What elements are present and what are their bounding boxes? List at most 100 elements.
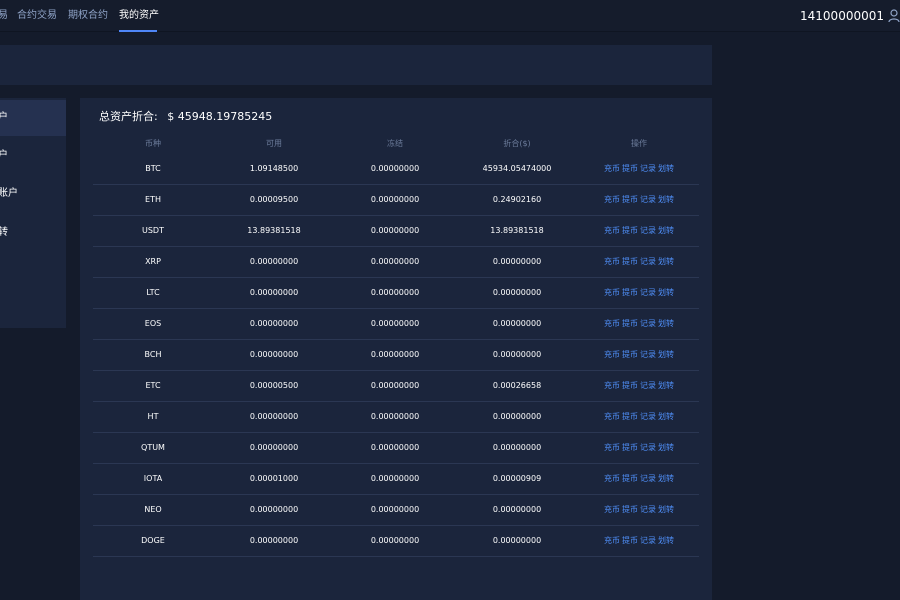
sidebar-item-1[interactable]: 户 <box>0 138 66 174</box>
records-link[interactable]: 记录 <box>640 443 656 452</box>
account-id[interactable]: 14100000001 <box>800 0 884 32</box>
records-link[interactable]: 记录 <box>640 536 656 545</box>
nav-item-contract-trading[interactable]: 合约交易 <box>17 0 57 32</box>
frozen-cell: 0.00000000 <box>335 463 455 495</box>
withdraw-link[interactable]: 提币 <box>622 536 638 545</box>
sidebar-item-3[interactable]: 转 <box>0 215 66 251</box>
withdraw-link[interactable]: 提币 <box>622 412 638 421</box>
total-assets: 总资产折合: $ 45948.19785245 <box>99 108 272 124</box>
deposit-link[interactable]: 充币 <box>604 536 620 545</box>
nav-item-my-assets[interactable]: 我的资产 <box>119 0 159 32</box>
withdraw-link[interactable]: 提币 <box>622 443 638 452</box>
transfer-link[interactable]: 划转 <box>658 350 674 359</box>
table-row: ETH 0.00009500 0.00000000 0.24902160 充币 提币 记录划… <box>93 184 699 216</box>
available-cell: 0.00000000 <box>213 494 335 526</box>
deposit-link[interactable]: 充币 <box>604 164 620 173</box>
assets-table: 币种 可用 冻结 折合($) 操作 BTC 1.09148500 0.0000000… <box>93 133 699 557</box>
value-cell: 0.00000909 <box>455 463 579 495</box>
transfer-link[interactable]: 划转 <box>658 474 674 483</box>
transfer-link[interactable]: 划转 <box>658 195 674 204</box>
records-link[interactable]: 记录 <box>640 288 656 297</box>
transfer-link[interactable]: 划转 <box>658 257 674 266</box>
frozen-cell: 0.00000000 <box>335 432 455 464</box>
transfer-link[interactable]: 划转 <box>658 381 674 390</box>
transfer-link[interactable]: 划转 <box>658 319 674 328</box>
frozen-cell: 0.00000000 <box>335 525 455 557</box>
deposit-link[interactable]: 充币 <box>604 381 620 390</box>
deposit-link[interactable]: 充币 <box>604 257 620 266</box>
transfer-link[interactable]: 划转 <box>658 288 674 297</box>
nav-item-options[interactable]: 期权合约 <box>68 0 108 32</box>
header-ops: 操作 <box>631 138 647 148</box>
coin-cell: BTC <box>93 153 213 185</box>
value-cell: 0.00000000 <box>455 401 579 433</box>
records-link[interactable]: 记录 <box>640 350 656 359</box>
ops-cell: 充币 提币 记录 划转 <box>579 463 699 495</box>
withdraw-link[interactable]: 提币 <box>622 195 638 204</box>
records-link[interactable]: 记录 <box>640 226 656 235</box>
transfer-link[interactable]: 划转 <box>658 536 674 545</box>
table-row: EOS 0.00000000 0.00000000 0.00000000 充币 提币 记录划… <box>93 308 699 340</box>
sidebar-item-0[interactable]: 户 <box>0 100 66 136</box>
table-row: BTC 1.09148500 0.00000000 45934.05474000 充币提… <box>93 153 699 185</box>
transfer-link[interactable]: 划转 <box>658 164 674 173</box>
deposit-link[interactable]: 充币 <box>604 288 620 297</box>
withdraw-link[interactable]: 提币 <box>622 474 638 483</box>
sidebar: 户 户 账户 转 <box>0 98 66 328</box>
records-link[interactable]: 记录 <box>640 381 656 390</box>
frozen-cell: 0.00000000 <box>335 339 455 371</box>
transfer-link[interactable]: 划转 <box>658 226 674 235</box>
coin-cell: QTUM <box>93 432 213 464</box>
ops-cell: 充币 提币 记录 划转 <box>579 246 699 278</box>
coin-cell: ETH <box>93 184 213 216</box>
frozen-cell: 0.00000000 <box>335 308 455 340</box>
deposit-link[interactable]: 充币 <box>604 474 620 483</box>
deposit-link[interactable]: 充币 <box>604 412 620 421</box>
coin-cell: IOTA <box>93 463 213 495</box>
withdraw-link[interactable]: 提币 <box>622 350 638 359</box>
withdraw-link[interactable]: 提币 <box>622 226 638 235</box>
table-row: ETC 0.00000500 0.00000000 0.00026658 充币 提币 记录划… <box>93 370 699 402</box>
deposit-link[interactable]: 充币 <box>604 226 620 235</box>
coin-cell: USDT <box>93 215 213 247</box>
table-row: USDT 13.89381518 0.00000000 13.89381518 充币 提币… <box>93 215 699 247</box>
deposit-link[interactable]: 充币 <box>604 195 620 204</box>
records-link[interactable]: 记录 <box>640 195 656 204</box>
records-link[interactable]: 记录 <box>640 505 656 514</box>
available-cell: 0.00000000 <box>213 246 335 278</box>
withdraw-link[interactable]: 提币 <box>622 164 638 173</box>
transfer-link[interactable]: 划转 <box>658 443 674 452</box>
ops-cell: 充币 提币 记录 划转 <box>579 370 699 402</box>
withdraw-link[interactable]: 提币 <box>622 288 638 297</box>
records-link[interactable]: 记录 <box>640 164 656 173</box>
header-coin: 币种 <box>145 138 161 148</box>
deposit-link[interactable]: 充币 <box>604 443 620 452</box>
records-link[interactable]: 记录 <box>640 257 656 266</box>
available-cell: 13.89381518 <box>213 215 335 247</box>
withdraw-link[interactable]: 提币 <box>622 319 638 328</box>
table-row: LTC 0.00000000 0.00000000 0.00000000 充币 提币 记录划… <box>93 277 699 309</box>
frozen-cell: 0.00000000 <box>335 370 455 402</box>
transfer-link[interactable]: 划转 <box>658 412 674 421</box>
records-link[interactable]: 记录 <box>640 412 656 421</box>
ops-cell: 充币 提币 记录 划转 <box>579 153 699 185</box>
records-link[interactable]: 记录 <box>640 319 656 328</box>
transfer-link[interactable]: 划转 <box>658 505 674 514</box>
coin-cell: NEO <box>93 494 213 526</box>
ops-cell: 充币 提币 记录 划转 <box>579 277 699 309</box>
deposit-link[interactable]: 充币 <box>604 505 620 514</box>
withdraw-link[interactable]: 提币 <box>622 257 638 266</box>
available-cell: 0.00001000 <box>213 463 335 495</box>
available-cell: 1.09148500 <box>213 153 335 185</box>
sidebar-item-2[interactable]: 账户 <box>0 176 66 212</box>
deposit-link[interactable]: 充币 <box>604 350 620 359</box>
user-icon[interactable] <box>888 9 900 23</box>
records-link[interactable]: 记录 <box>640 474 656 483</box>
nav-item-partial[interactable]: 易 <box>0 0 8 32</box>
withdraw-link[interactable]: 提币 <box>622 381 638 390</box>
ops-cell: 充币 提币 记录 划转 <box>579 339 699 371</box>
deposit-link[interactable]: 充币 <box>604 319 620 328</box>
withdraw-link[interactable]: 提币 <box>622 505 638 514</box>
table-row: QTUM 0.00000000 0.00000000 0.00000000 充币 提币 记录… <box>93 432 699 464</box>
table-row: NEO 0.00000000 0.00000000 0.00000000 充币 提币 记录划… <box>93 494 699 526</box>
